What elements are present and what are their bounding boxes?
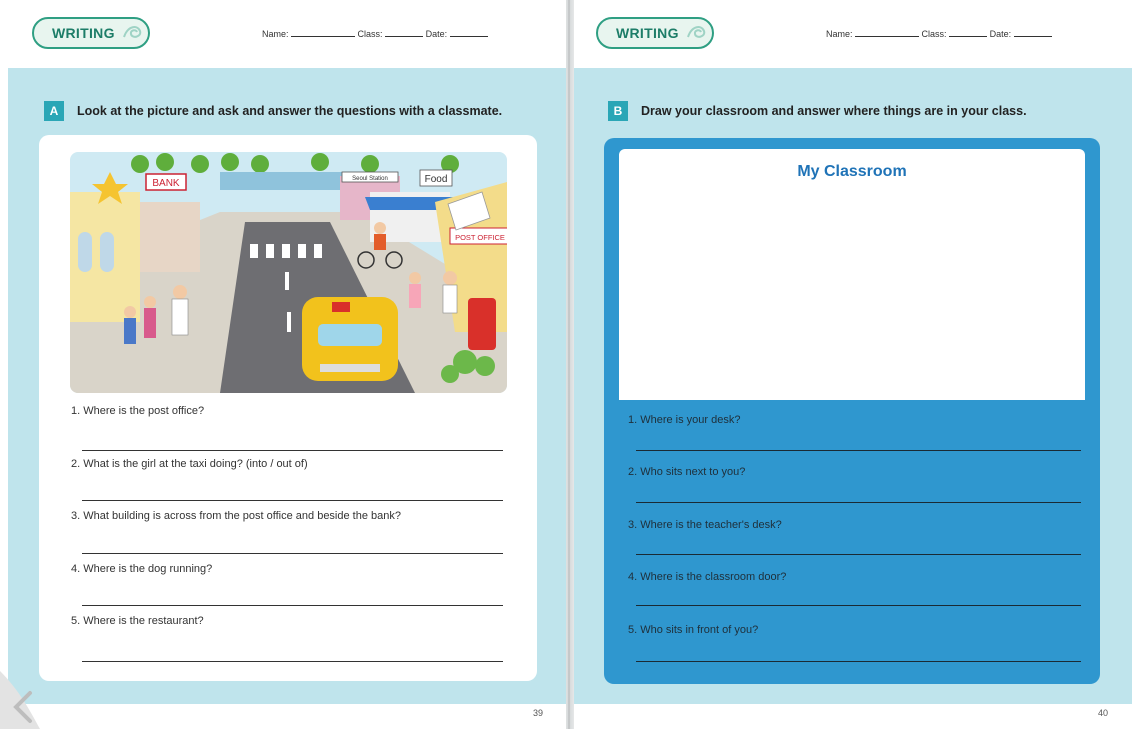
right-question-3: 3. Where is the teacher's desk? [628,519,782,531]
left-question-4: 4. Where is the dog running? [71,563,213,575]
bank-sign: BANK [152,178,180,189]
name-class-date-line-right: Name: Class: Date: [826,28,1052,39]
right-answer-line-1[interactable] [636,450,1081,451]
section-b-title: B Draw your classroom and answer where t… [608,101,1027,121]
class-blank[interactable] [385,28,424,37]
food-sign: Food [425,174,448,185]
right-answer-line-2[interactable] [636,502,1081,503]
right-question-5: 5. Who sits in front of you? [628,624,759,636]
right-page-number: 40 [1098,708,1109,718]
right-question-1: 1. Where is your desk? [628,414,741,426]
right-answer-line-3[interactable] [636,554,1081,555]
name-blank-right[interactable] [855,28,920,37]
date-label: Date: [425,29,448,39]
left-question-5: 5. Where is the restaurant? [71,615,204,627]
street-scene-svg: BANK Seoul Station Food POST OFFICE [70,152,507,393]
section-a-title: A Look at the picture and ask and answer… [44,101,502,121]
section-b-instruction: Draw your classroom and answer where thi… [641,104,1027,118]
writing-badge-right-label: WRITING [616,25,679,41]
name-class-date-line: Name: Class: Date: [262,28,488,39]
left-answer-line-5[interactable] [82,661,503,662]
right-question-4: 4. Where is the classroom door? [628,571,787,583]
classroom-drawing-area[interactable]: My Classroom [619,149,1085,400]
name-blank[interactable] [291,28,356,37]
right-card: My Classroom 1. Where is your desk? 2. W… [604,138,1100,684]
street-scene-illustration: BANK Seoul Station Food POST OFFICE [70,152,507,393]
writing-badge: WRITING [32,17,150,49]
left-answer-line-1[interactable] [82,450,503,451]
section-a-letter: A [44,101,64,121]
drawing-area-title: My Classroom [797,163,907,180]
section-a-instruction: Look at the picture and ask and answer t… [77,104,503,118]
date-blank-right[interactable] [1013,28,1052,37]
writing-badge-right: WRITING [596,17,714,49]
left-answer-line-3[interactable] [82,553,503,554]
class-blank-right[interactable] [949,28,988,37]
section-b-letter: B [608,101,628,121]
left-header: WRITING Name: Class: Date: [0,0,566,68]
right-answer-line-4[interactable] [636,605,1081,606]
left-question-3: 3. What building is across from the post… [71,510,401,522]
class-label: Class: [357,29,383,39]
right-header: WRITING Name: Class: Date: [574,0,1147,68]
left-answer-line-2[interactable] [82,500,503,501]
page-curl-back-icon[interactable] [0,631,78,729]
date-label-right: Date: [989,29,1012,39]
left-card: BANK Seoul Station Food POST OFFICE 1. W… [39,135,537,681]
station-sign: Seoul Station [352,176,388,182]
left-question-2: 2. What is the girl at the taxi doing? (… [71,458,308,470]
left-question-1: 1. Where is the post office? [71,405,205,417]
date-blank[interactable] [449,28,488,37]
swirl-icon [687,26,706,38]
class-label-right: Class: [921,29,947,39]
post-office-sign: POST OFFICE [455,233,505,242]
name-label-right: Name: [826,29,853,39]
writing-badge-label: WRITING [52,25,115,41]
right-question-2: 2. Who sits next to you? [628,466,746,478]
left-page: WRITING Name: Class: Date: A Look at the… [0,0,566,729]
right-page: WRITING Name: Class: Date: B Draw your c… [574,0,1147,729]
right-answer-line-5[interactable] [636,661,1081,662]
left-answer-line-4[interactable] [82,605,503,606]
swirl-icon [123,26,142,38]
left-page-number: 39 [533,708,544,718]
name-label: Name: [262,29,289,39]
